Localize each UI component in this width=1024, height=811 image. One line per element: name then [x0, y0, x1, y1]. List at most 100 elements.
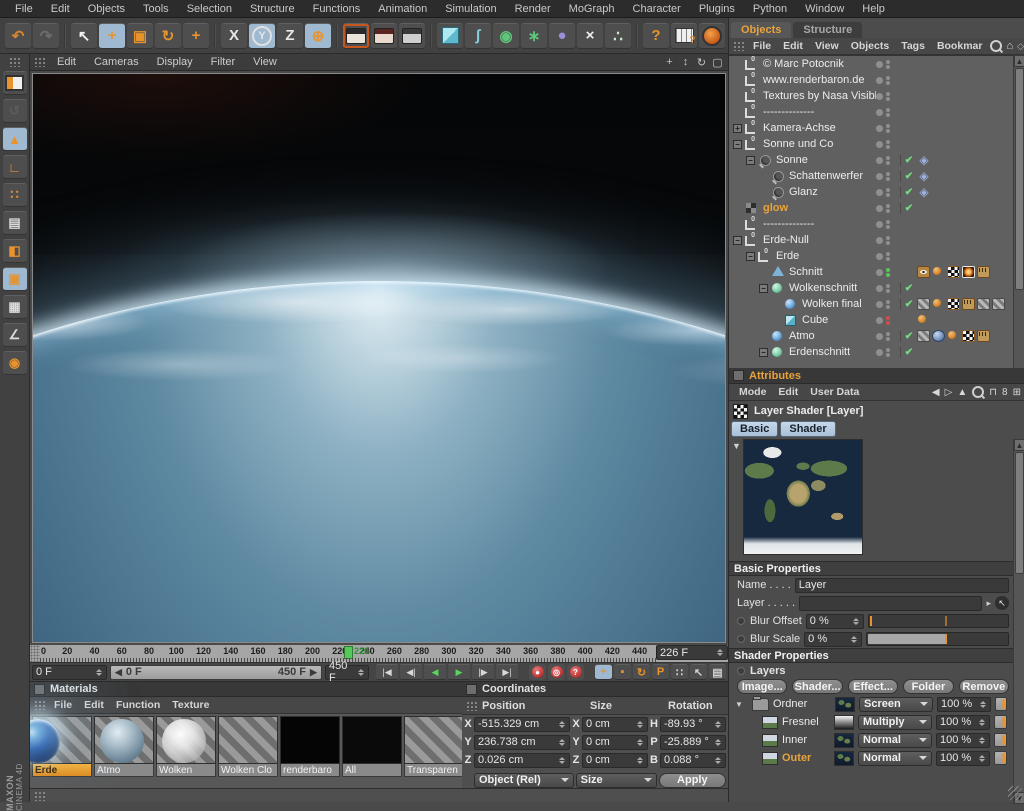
enable-checkmark[interactable]: ✔ — [900, 283, 917, 294]
layer-dot[interactable] — [876, 109, 883, 116]
tree-row-atmo[interactable]: Atmo✔ — [729, 328, 1013, 344]
workplane-mode-icon[interactable]: ∠ — [3, 323, 27, 347]
tree-row-glow[interactable]: glow✔ — [729, 200, 1013, 216]
blend-mode-dropdown[interactable]: Screen — [859, 697, 933, 712]
menu-window[interactable]: Window — [796, 0, 853, 18]
material-renderbaro[interactable]: renderbaro — [280, 716, 340, 777]
image-button[interactable]: Image... — [737, 679, 787, 694]
rotation-b-field[interactable]: 0.088 ° — [660, 753, 726, 768]
position-x-field[interactable]: -515.329 cm — [474, 717, 570, 732]
menu-selection[interactable]: Selection — [178, 0, 241, 18]
material-wolken[interactable]: Wolken — [156, 716, 216, 777]
window-icon[interactable] — [466, 684, 477, 695]
objects-menu-tags[interactable]: Tags — [895, 37, 931, 55]
visibility-dots[interactable] — [886, 76, 890, 85]
zoom-view-icon[interactable]: ↕ — [679, 56, 692, 69]
enable-checkmark[interactable]: ✔ — [900, 299, 917, 310]
visibility-dots[interactable] — [886, 140, 890, 149]
timeline-ruler[interactable]: 0204060801001201401601802002202402602803… — [30, 645, 728, 663]
tag-glowsel-icon[interactable] — [962, 266, 975, 278]
tag-checker-icon[interactable] — [947, 298, 960, 310]
add-modifier-icon[interactable]: ∗ — [521, 23, 547, 49]
search-icon[interactable] — [972, 386, 984, 398]
collapse-icon[interactable]: − — [759, 348, 768, 357]
add-environment-icon[interactable]: × — [577, 23, 603, 49]
back-icon[interactable]: ◀ — [932, 387, 940, 398]
layer-field[interactable] — [799, 596, 982, 611]
visibility-dots[interactable] — [886, 348, 890, 357]
preview-range-slider[interactable]: ◀ 0 F 450 F ▶ — [110, 665, 322, 680]
tree-row-erde[interactable]: −Erde — [729, 248, 1013, 264]
tag-render-icon[interactable] — [962, 298, 975, 310]
tree-row-glanz[interactable]: Glanz✔◈ — [729, 184, 1013, 200]
visibility-dots[interactable] — [886, 316, 890, 325]
keyframe-selection-button[interactable]: ? — [567, 664, 584, 680]
tag-checker-icon[interactable] — [947, 266, 960, 278]
tag-stripe-icon[interactable] — [917, 330, 930, 342]
layer-dot[interactable] — [876, 333, 883, 340]
effect-button[interactable]: Effect... — [848, 679, 898, 694]
tab-objects[interactable]: Objects — [731, 22, 791, 38]
rotation-p-field[interactable]: -25.889 ° — [660, 735, 726, 750]
viewport-menu-filter[interactable]: Filter — [202, 54, 244, 71]
texture-axis-mode-icon[interactable]: ▦ — [3, 295, 27, 319]
blur-offset-stepper[interactable] — [852, 615, 860, 627]
menu-objects[interactable]: Objects — [79, 0, 134, 18]
blur-offset-slider[interactable] — [868, 614, 1009, 628]
menu-python[interactable]: Python — [744, 0, 796, 18]
tag-target-icon[interactable]: ◈ — [917, 170, 931, 182]
edges-mode-icon[interactable]: ▤ — [3, 211, 27, 235]
visibility-dots[interactable] — [886, 300, 890, 309]
make-editable-icon[interactable]: ↺ — [3, 99, 27, 123]
key-auto-toggle[interactable]: ↖ — [690, 664, 707, 680]
objects-scrollbar[interactable]: ▲ ▼ — [1013, 55, 1024, 386]
redo-icon[interactable]: ↷ — [33, 23, 59, 49]
enable-checkmark[interactable]: ✔ — [900, 203, 917, 214]
status-grip[interactable] — [34, 791, 46, 801]
tree-row-schattenwerfer[interactable]: Schattenwerfer✔◈ — [729, 168, 1013, 184]
enable-checkmark[interactable]: ✔ — [900, 155, 917, 166]
palette-grip[interactable] — [9, 57, 21, 67]
anim-dot-icon[interactable] — [737, 635, 745, 643]
collapse-icon[interactable]: ▼ — [735, 700, 744, 709]
current-frame-field[interactable]: 226 F — [656, 645, 728, 660]
visibility-dots[interactable] — [886, 124, 890, 133]
position-z-field[interactable]: 0.026 cm — [474, 753, 570, 768]
layer-dot[interactable] — [876, 189, 883, 196]
layer-thumbnail[interactable] — [834, 751, 854, 766]
blend-mode-dropdown[interactable]: Normal — [858, 751, 932, 766]
model-mode-icon[interactable]: ▲ — [3, 127, 27, 151]
scale-tool-icon[interactable]: ▣ — [127, 23, 153, 49]
range-start-field[interactable]: 0 F — [32, 665, 107, 680]
visibility-dots[interactable] — [886, 332, 890, 341]
layer-dot[interactable] — [876, 205, 883, 212]
visibility-dots[interactable] — [886, 204, 890, 213]
material-transparen[interactable]: Transparen — [404, 716, 462, 777]
link-icon[interactable]: 8 — [1002, 387, 1008, 398]
live-selection-icon[interactable]: ↖ — [71, 23, 97, 49]
blend-mode-dropdown[interactable]: Multiply — [858, 715, 932, 730]
collapse-icon[interactable]: − — [746, 252, 755, 261]
rotate-tool-icon[interactable]: ↻ — [155, 23, 181, 49]
layer-picker-arrow-icon[interactable]: ▸ — [986, 598, 991, 609]
menu-tools[interactable]: Tools — [134, 0, 178, 18]
apply-button[interactable]: Apply — [659, 773, 726, 788]
opacity-slider[interactable] — [994, 715, 1007, 729]
layer-dot[interactable] — [876, 125, 883, 132]
layer-dot[interactable] — [876, 253, 883, 260]
blur-offset-field[interactable]: 0 % — [806, 614, 864, 629]
viewport-canvas[interactable] — [32, 73, 726, 643]
coord-mode-dropdown[interactable]: Object (Rel) — [474, 773, 574, 788]
attr-tab-shader[interactable]: Shader — [780, 421, 835, 437]
coordinates-grip[interactable] — [466, 701, 478, 711]
viewport-menu-display[interactable]: Display — [148, 54, 202, 71]
object-axis-mode-icon[interactable]: ∟ — [3, 155, 27, 179]
key-parameter-toggle[interactable]: P — [652, 664, 669, 680]
layer-dot[interactable] — [876, 77, 883, 84]
material-thumbnail[interactable] — [404, 716, 462, 764]
visibility-dots[interactable] — [886, 268, 890, 277]
key-pla-toggle[interactable]: ∷ — [671, 664, 688, 680]
tree-row-schnitt[interactable]: Schnitt — [729, 264, 1013, 280]
viewport-menu-edit[interactable]: Edit — [48, 54, 85, 71]
xpresso-editor-icon[interactable] — [671, 23, 697, 49]
